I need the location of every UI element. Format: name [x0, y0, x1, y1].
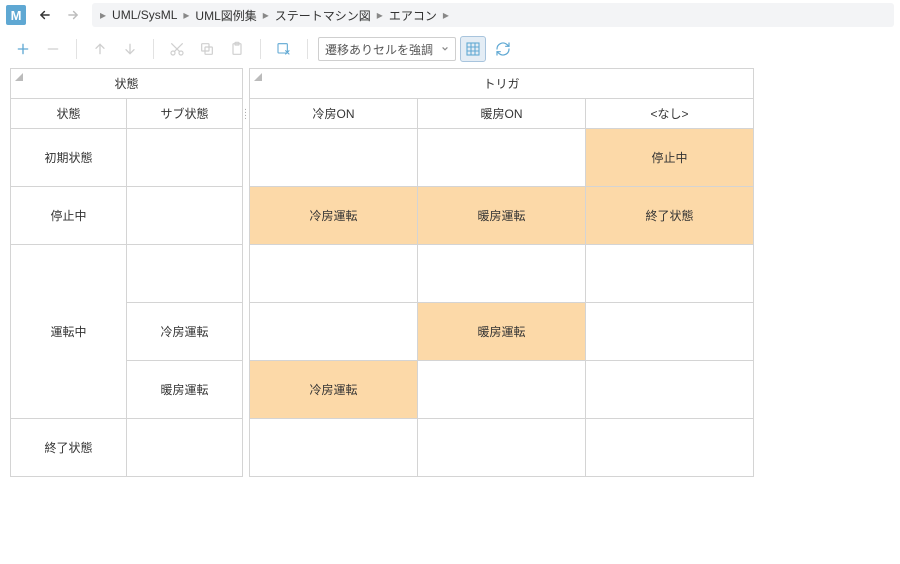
transition-cell[interactable]: 終了状態	[586, 187, 754, 245]
transition-cell[interactable]	[418, 245, 586, 303]
transition-cell[interactable]	[586, 419, 754, 477]
transition-cell[interactable]	[250, 129, 418, 187]
trigger-group-header[interactable]: トリガ	[250, 69, 754, 99]
transition-cell[interactable]	[250, 245, 418, 303]
trigger-column-header[interactable]: <なし>	[586, 99, 754, 129]
transition-cell[interactable]	[418, 361, 586, 419]
transition-cell[interactable]	[250, 419, 418, 477]
trigger-column-header[interactable]: 暖房ON	[418, 99, 586, 129]
state-column-header[interactable]: 状態	[11, 99, 127, 129]
state-group-label: 状態	[114, 77, 138, 91]
dropdown-label: 遷移ありセルを強調	[325, 41, 433, 58]
separator	[76, 39, 77, 59]
transition-cell[interactable]	[586, 361, 754, 419]
substate-cell[interactable]	[127, 245, 243, 303]
nav-back-button[interactable]	[36, 6, 54, 24]
substate-cell[interactable]	[127, 419, 243, 477]
script-edit-button[interactable]	[271, 36, 297, 62]
chevron-right-icon: ▸	[377, 8, 383, 22]
transition-cell[interactable]: 暖房運転	[418, 303, 586, 361]
transition-cell[interactable]: 冷房運転	[250, 187, 418, 245]
transition-cell[interactable]	[586, 303, 754, 361]
trigger-group-label: トリガ	[483, 77, 519, 91]
app-badge: M	[6, 5, 26, 25]
breadcrumb-item[interactable]: UML図例集	[195, 7, 256, 24]
chevron-down-icon	[441, 42, 449, 56]
chevron-right-icon: ▸	[263, 8, 269, 22]
remove-button[interactable]	[40, 36, 66, 62]
state-table: 状態 状態 サブ状態 初期状態 停止中 運転中 冷房運転 暖房運転 終了状態	[10, 68, 243, 477]
highlight-mode-dropdown[interactable]: 遷移ありセルを強調	[318, 37, 456, 61]
separator	[260, 39, 261, 59]
move-up-button[interactable]	[87, 36, 113, 62]
nav-forward-button[interactable]	[64, 6, 82, 24]
substate-cell[interactable]: 暖房運転	[127, 361, 243, 419]
refresh-button[interactable]	[490, 36, 516, 62]
transition-cell[interactable]	[418, 419, 586, 477]
breadcrumb-item[interactable]: UML/SysML	[112, 8, 177, 22]
trigger-column-header[interactable]: 冷房ON	[250, 99, 418, 129]
transition-cell[interactable]	[586, 245, 754, 303]
state-cell[interactable]: 初期状態	[11, 129, 127, 187]
grip-icon: ····	[244, 108, 248, 120]
separator	[307, 39, 308, 59]
chevron-right-icon: ▸	[100, 8, 106, 22]
trigger-table: トリガ 冷房ON 暖房ON <なし> 停止中 冷房運転 暖房運転 終了状態 暖房…	[249, 68, 754, 477]
state-cell[interactable]: 停止中	[11, 187, 127, 245]
breadcrumb[interactable]: ▸ UML/SysML ▸ UML図例集 ▸ ステートマシン図 ▸ エアコン ▸	[92, 3, 894, 27]
transition-cell[interactable]: 冷房運転	[250, 361, 418, 419]
transition-cell[interactable]: 暖房運転	[418, 187, 586, 245]
move-down-button[interactable]	[117, 36, 143, 62]
substate-cell[interactable]	[127, 187, 243, 245]
chevron-right-icon: ▸	[183, 8, 189, 22]
state-cell[interactable]: 運転中	[11, 245, 127, 419]
separator	[153, 39, 154, 59]
add-button[interactable]	[10, 36, 36, 62]
state-group-header[interactable]: 状態	[11, 69, 243, 99]
cut-button[interactable]	[164, 36, 190, 62]
toolbar: 遷移ありセルを強調	[0, 30, 900, 68]
chevron-right-icon: ▸	[443, 8, 449, 22]
substate-column-header[interactable]: サブ状態	[127, 99, 243, 129]
transition-cell[interactable]	[418, 129, 586, 187]
grid-view-button[interactable]	[460, 36, 486, 62]
transition-cell[interactable]	[250, 303, 418, 361]
copy-button[interactable]	[194, 36, 220, 62]
breadcrumb-item[interactable]: ステートマシン図	[275, 7, 371, 24]
state-cell[interactable]: 終了状態	[11, 419, 127, 477]
transition-cell[interactable]: 停止中	[586, 129, 754, 187]
substate-cell[interactable]: 冷房運転	[127, 303, 243, 361]
paste-button[interactable]	[224, 36, 250, 62]
substate-cell[interactable]	[127, 129, 243, 187]
breadcrumb-item[interactable]: エアコン	[389, 7, 437, 24]
